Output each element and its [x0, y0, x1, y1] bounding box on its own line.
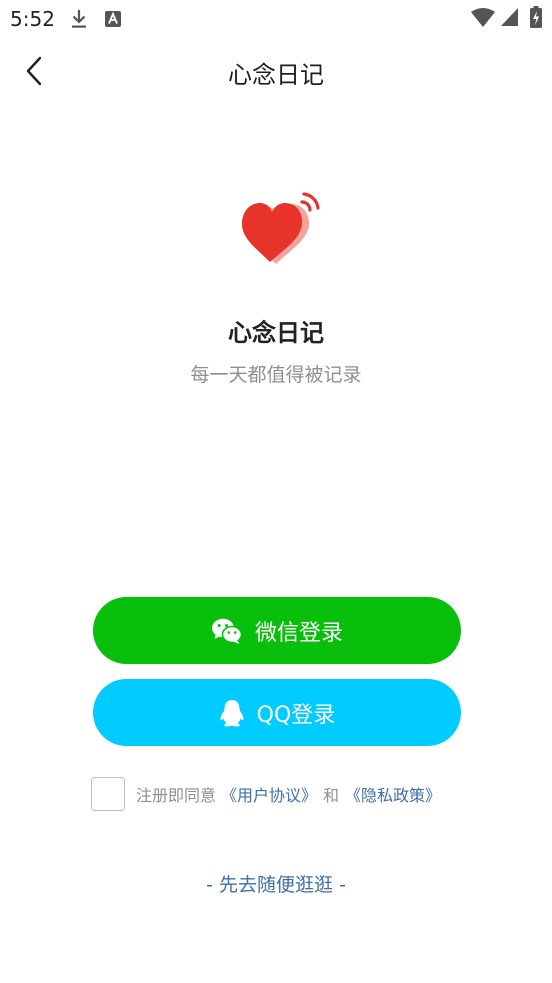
app-slogan: 每一天都值得被记录	[190, 364, 362, 386]
browse-as-guest-link[interactable]: - 先去随便逛逛 -	[0, 870, 552, 897]
status-time: 5:52	[10, 7, 55, 31]
qq-login-button[interactable]: QQ登录	[93, 679, 461, 746]
status-bar: 5:52	[0, 0, 552, 38]
wechat-icon	[211, 617, 243, 645]
app-header: 心念日记	[0, 38, 552, 104]
wechat-login-label: 微信登录	[254, 620, 343, 646]
page-title: 心念日记	[228, 61, 324, 89]
app-name: 心念日记	[228, 319, 324, 347]
privacy-policy-link[interactable]: 《隐私政策》	[345, 782, 441, 806]
agreement-checkbox[interactable]	[91, 777, 125, 811]
app-logo	[236, 188, 326, 270]
wechat-login-button[interactable]: 微信登录	[93, 597, 461, 664]
battery-charging-icon	[530, 6, 542, 32]
qq-penguin-icon	[219, 698, 245, 728]
wifi-icon	[470, 8, 496, 32]
download-icon	[70, 8, 88, 34]
agreement-conjunction: 和	[323, 786, 340, 805]
qq-login-label: QQ登录	[256, 702, 336, 728]
user-agreement-link[interactable]: 《用户协议》	[221, 782, 317, 806]
app-notification-icon	[104, 10, 122, 32]
heart-signal-icon	[242, 192, 320, 264]
cellular-signal-icon	[500, 7, 519, 31]
agreement-prefix: 注册即同意	[136, 786, 217, 805]
agreement-row: 注册即同意 《用户协议》 和 《隐私政策》	[91, 776, 441, 812]
